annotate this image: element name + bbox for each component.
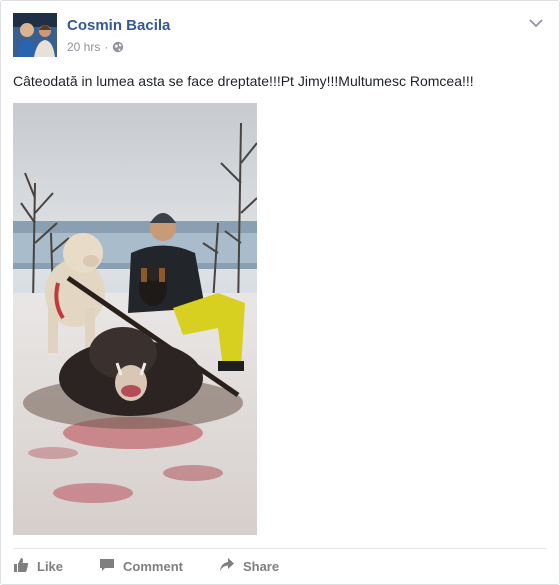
share-label: Share — [242, 558, 280, 574]
comment-icon — [99, 557, 115, 576]
post-header: Cosmin Bacila 20 hrs · — [13, 13, 543, 59]
comment-button[interactable]: Comment — [99, 557, 183, 576]
comment-label: Comment — [123, 558, 183, 574]
post-meta: 20 hrs · — [67, 40, 124, 54]
post-card: Cosmin Bacila 20 hrs · Câteodată in lume… — [0, 0, 560, 585]
actions-divider — [13, 548, 547, 549]
meta-separator: · — [104, 40, 109, 54]
post-photo[interactable] — [13, 103, 257, 535]
share-icon — [219, 557, 235, 576]
like-button[interactable]: Like — [13, 557, 63, 576]
share-button[interactable]: Share — [219, 557, 279, 576]
thumbs-up-icon — [13, 557, 29, 576]
chevron-down-icon[interactable] — [529, 15, 543, 28]
author-name-link[interactable]: Cosmin Bacila — [67, 17, 170, 34]
post-message: Câteodată in lumea asta se face dreptate… — [13, 73, 474, 89]
like-label: Like — [37, 558, 64, 574]
globe-icon[interactable] — [112, 41, 124, 53]
post-actions-bar: Like Comment Share — [13, 553, 543, 579]
post-timestamp[interactable]: 20 hrs — [67, 40, 100, 54]
author-avatar[interactable] — [13, 13, 57, 57]
